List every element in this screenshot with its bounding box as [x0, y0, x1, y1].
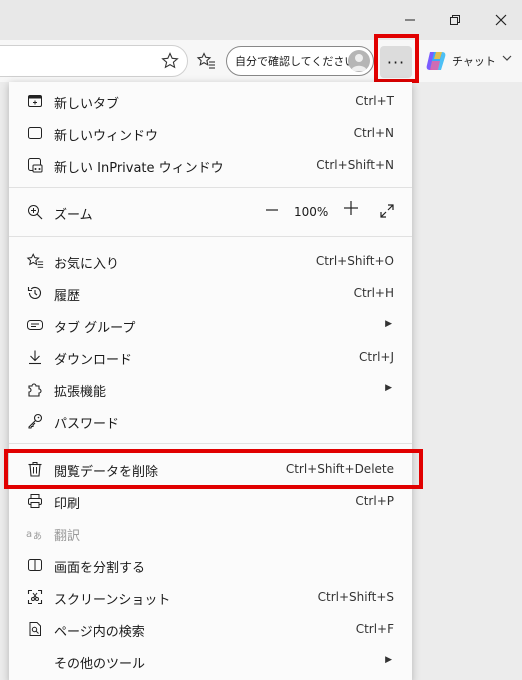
- menu-item-label: ページ内の検索: [54, 625, 145, 640]
- menu-item-label: 新しい InPrivate ウィンドウ: [54, 161, 224, 176]
- fullscreen-icon[interactable]: [379, 203, 395, 219]
- menu-item-history[interactable]: 履歴 Ctrl+H: [9, 277, 412, 309]
- menu-item-label: 新しいウィンドウ: [54, 129, 159, 144]
- key-icon: [26, 412, 44, 430]
- menu-item-new-window[interactable]: 新しいウィンドウ Ctrl+N: [9, 117, 412, 149]
- browser-toolbar: 自分で確認してください ··· チャット: [0, 40, 522, 82]
- menu-item-downloads[interactable]: ダウンロード Ctrl+J: [9, 341, 412, 373]
- close-button[interactable]: [487, 6, 515, 34]
- favorites-list-icon: [196, 52, 215, 69]
- menu-item-print[interactable]: 印刷 Ctrl+P: [9, 485, 412, 517]
- profile-label: 自分で確認してください: [235, 55, 356, 68]
- menu-item-label: 翻訳: [54, 529, 81, 544]
- printer-icon: [26, 492, 44, 510]
- svg-text:a: a: [26, 529, 32, 540]
- menu-divider: [9, 236, 412, 237]
- history-icon: [26, 284, 44, 302]
- svg-text:あ: あ: [33, 531, 42, 541]
- minimize-button[interactable]: [396, 6, 424, 34]
- screenshot-icon: [26, 588, 44, 606]
- menu-item-passwords[interactable]: パスワード: [9, 405, 412, 437]
- plus-icon: [344, 201, 358, 215]
- shortcut-text: Ctrl+F: [355, 622, 394, 636]
- menu-item-new-inprivate[interactable]: 新しい InPrivate ウィンドウ Ctrl+Shift+N: [9, 149, 412, 181]
- menu-item-favorites[interactable]: お気に入り Ctrl+Shift+O: [9, 245, 412, 277]
- menu-item-screenshot[interactable]: スクリーンショット Ctrl+Shift+S: [9, 581, 412, 613]
- address-bar[interactable]: [0, 45, 188, 77]
- chevron-down-icon[interactable]: [502, 52, 512, 65]
- copilot-icon[interactable]: [424, 49, 448, 73]
- puzzle-icon: [26, 380, 44, 398]
- shortcut-text: Ctrl+Shift+O: [315, 254, 394, 268]
- menu-item-label: お気に入り: [54, 257, 120, 272]
- zoom-icon: [26, 203, 44, 221]
- favorites-button[interactable]: [195, 50, 217, 72]
- minus-icon: [266, 209, 278, 211]
- menu-divider: [9, 187, 412, 188]
- menu-item-label: 履歴: [54, 289, 81, 304]
- favorites-icon: [26, 252, 44, 270]
- add-favorite-star-icon[interactable]: [161, 52, 179, 70]
- menu-item-other-tools[interactable]: その他のツール ▶: [9, 645, 412, 677]
- submenu-arrow-icon: ▶: [385, 383, 392, 393]
- menu-item-label: 印刷: [54, 497, 81, 512]
- menu-item-label: タブ グループ: [54, 321, 136, 336]
- shortcut-text: Ctrl+J: [359, 350, 394, 364]
- menu-item-translate: aあ 翻訳: [9, 517, 412, 549]
- avatar: [348, 50, 370, 72]
- menu-item-label: ダウンロード: [54, 353, 133, 368]
- shortcut-text: Ctrl+N: [353, 126, 394, 140]
- person-icon: [351, 54, 367, 71]
- menu-item-split-screen[interactable]: 画面を分割する: [9, 549, 412, 581]
- menu-item-label: 新しいタブ: [54, 97, 120, 112]
- highlight-more-button: [374, 34, 419, 83]
- shortcut-text: Ctrl+Shift+N: [316, 158, 394, 172]
- find-in-page-icon: [26, 620, 44, 638]
- submenu-arrow-icon: ▶: [385, 655, 392, 665]
- shortcut-text: Ctrl+T: [355, 94, 394, 108]
- shortcut-text: Ctrl+P: [355, 494, 394, 508]
- title-bar: [0, 0, 522, 40]
- zoom-level: 100%: [294, 205, 329, 219]
- menu-divider: [9, 443, 412, 444]
- menu-item-label: パスワード: [54, 417, 120, 432]
- menu-item-new-tab[interactable]: 新しいタブ Ctrl+T: [9, 85, 412, 117]
- zoom-out-button[interactable]: [265, 202, 279, 221]
- highlight-delete-browsing-data: [4, 449, 423, 489]
- menu-item-label: ズーム: [54, 208, 93, 223]
- shortcut-text: Ctrl+Shift+S: [317, 590, 394, 604]
- submenu-arrow-icon: ▶: [385, 319, 392, 329]
- menu-item-zoom: ズーム 100%: [9, 196, 412, 228]
- settings-menu: 新しいタブ Ctrl+T 新しいウィンドウ Ctrl+N 新しい InPriva…: [9, 82, 412, 680]
- tab-groups-icon: [26, 316, 44, 334]
- shortcut-text: Ctrl+H: [353, 286, 394, 300]
- menu-item-label: 画面を分割する: [54, 561, 146, 576]
- restore-icon: [450, 15, 460, 25]
- download-icon: [26, 348, 44, 366]
- menu-item-extensions[interactable]: 拡張機能 ▶: [9, 373, 412, 405]
- split-screen-icon: [26, 556, 44, 574]
- close-icon: [495, 14, 507, 26]
- menu-item-tab-groups[interactable]: タブ グループ ▶: [9, 309, 412, 341]
- menu-item-label: 拡張機能: [54, 385, 107, 400]
- chat-label[interactable]: チャット: [452, 53, 496, 69]
- menu-item-find-in-page[interactable]: ページ内の検索 Ctrl+F: [9, 613, 412, 645]
- restore-button[interactable]: [441, 6, 469, 34]
- translate-icon: aあ: [26, 524, 44, 542]
- minimize-icon: [405, 19, 415, 21]
- menu-item-label: その他のツール: [54, 657, 146, 672]
- new-tab-icon: [26, 92, 44, 110]
- menu-item-label: スクリーンショット: [54, 593, 171, 608]
- zoom-in-button[interactable]: [343, 200, 359, 221]
- inprivate-icon: [26, 156, 44, 174]
- window-icon: [26, 124, 44, 142]
- profile-button[interactable]: 自分で確認してください: [226, 46, 374, 76]
